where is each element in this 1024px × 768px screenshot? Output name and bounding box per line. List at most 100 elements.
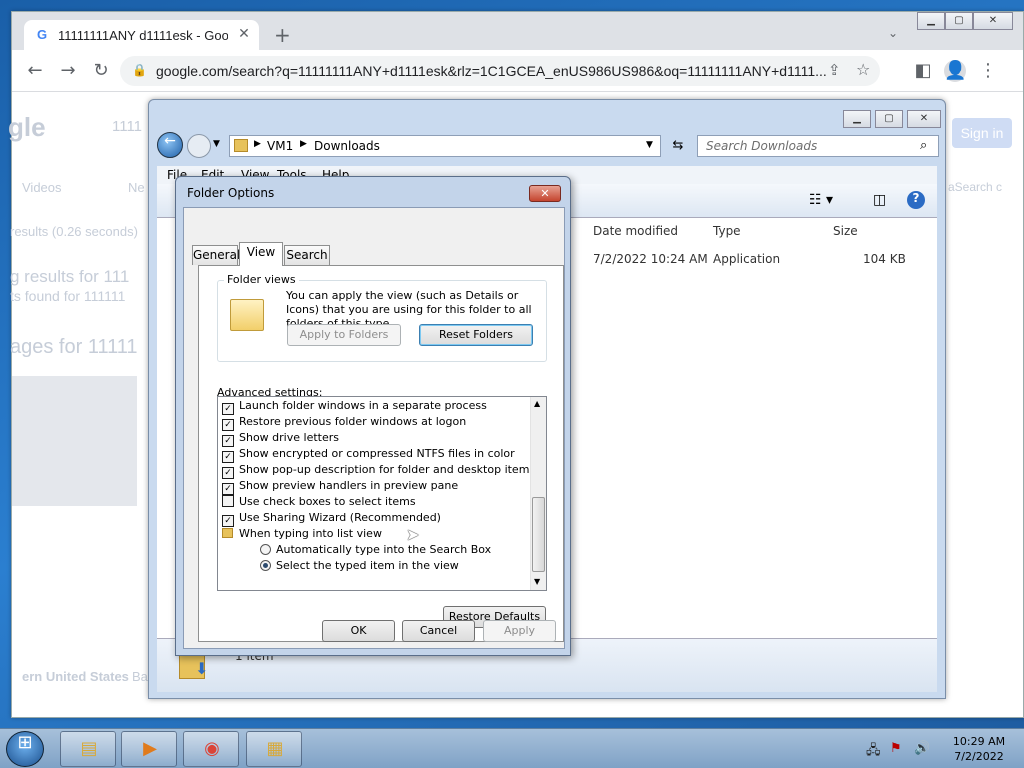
file-type[interactable]: Application [713, 252, 780, 266]
column-size[interactable]: Size [833, 224, 858, 238]
radio-label: Select the typed item in the view [276, 559, 459, 572]
apply-button[interactable]: Apply [483, 620, 556, 642]
recent-pages-chevron-icon[interactable]: ▼ [213, 139, 220, 149]
footer-ba: Ba [132, 669, 148, 684]
setting-drive-letters[interactable]: ✓ Show drive letters [222, 430, 339, 447]
change-view-icon[interactable]: ☷ ▾ [809, 192, 833, 208]
help-icon[interactable]: ? [907, 191, 925, 209]
breadcrumb-chevron-icon[interactable]: ▶ [300, 139, 307, 149]
breadcrumb-chevron-icon[interactable]: ▶ [254, 139, 261, 149]
search-query-fragment: 1111 [112, 118, 143, 135]
reset-folders-button[interactable]: Reset Folders [419, 324, 533, 346]
refresh-icon[interactable]: ⇆ [667, 135, 689, 157]
taskbar-explorer[interactable]: ▤ [60, 731, 116, 767]
network-icon[interactable]: 🖧 [866, 741, 881, 763]
right-fragment: aSearch c [948, 180, 1003, 194]
taskbar-chrome[interactable]: ◉ [183, 731, 239, 767]
search-icon[interactable]: ⌕ [920, 138, 927, 153]
ok-button[interactable]: OK [322, 620, 395, 642]
tab-close-icon[interactable]: ✕ [236, 26, 252, 42]
apply-to-folders-button[interactable]: Apply to Folders [287, 324, 401, 346]
setting-preview-handlers[interactable]: ✓ Show preview handlers in preview pane [222, 478, 458, 495]
lock-icon[interactable]: 🔒 [132, 63, 147, 77]
tab-google-search[interactable]: G 11111111ANY d1111esk - Google Search ✕ [24, 20, 259, 50]
radio-selected[interactable] [260, 560, 271, 571]
scrollbar-thumb[interactable] [532, 497, 545, 572]
setting-check-boxes[interactable]: Use check boxes to select items [222, 494, 416, 510]
radio-label: Automatically type into the Search Box [276, 543, 492, 556]
chrome-toolbar: ← → ↻ 🔒 google.com/search?q=11111111ANY+… [12, 50, 1023, 92]
tab-search[interactable]: Search [284, 245, 330, 265]
file-size[interactable]: 104 KB [863, 252, 906, 266]
minimize-button[interactable]: ▁ [917, 12, 945, 30]
nav-videos: Videos [22, 180, 62, 195]
explorer-back-icon[interactable]: ← [157, 132, 183, 158]
volume-icon[interactable]: 🔊 [914, 741, 930, 756]
results-stats: results (0.26 seconds) [10, 224, 138, 239]
image-thumbnail [12, 376, 137, 506]
explorer-forward-icon[interactable] [187, 134, 211, 158]
tab-view[interactable]: View [239, 242, 283, 266]
explorer-address-bar[interactable]: ▶ VM1 ▶ Downloads ▼ [229, 135, 661, 157]
folder-icon [234, 139, 248, 152]
address-bar[interactable]: 🔒 google.com/search?q=11111111ANY+d1111e… [120, 56, 880, 86]
advanced-scrollbar[interactable]: ▲ ▼ [530, 397, 546, 590]
start-button[interactable]: ⊞ [6, 731, 44, 767]
address-dropdown-icon[interactable]: ▼ [646, 140, 653, 150]
folder-views-group: Folder views You can apply the view (suc… [217, 273, 547, 362]
reload-icon[interactable]: ↻ [90, 60, 112, 82]
taskbar-folder-options[interactable]: ▦ [246, 731, 302, 767]
forward-icon[interactable]: → [57, 60, 79, 82]
share-icon[interactable]: ⇪ [828, 61, 841, 79]
setting-separate-process[interactable]: ✓ Launch folder windows in a separate pro… [222, 398, 487, 415]
dialog-close-button[interactable]: ✕ [529, 185, 561, 202]
new-tab-icon[interactable]: + [274, 23, 291, 47]
setting-restore-windows[interactable]: ✓ Restore previous folder windows at logo… [222, 414, 466, 431]
explorer-minimize-button[interactable]: ▁ [843, 110, 871, 128]
dialog-client: General View Search Folder views You can… [183, 207, 565, 649]
media-player-icon: ▶ [143, 738, 157, 759]
clock-time: 10:29 AM [952, 735, 1006, 748]
column-type[interactable]: Type [713, 224, 741, 238]
scroll-up-icon[interactable]: ▲ [534, 399, 540, 408]
sign-in-button[interactable]: Sign in [952, 118, 1012, 148]
setting-typing-group: When typing into list view [222, 526, 382, 542]
explorer-close-button[interactable]: ✕ [907, 110, 941, 128]
back-icon[interactable]: ← [24, 60, 46, 82]
cancel-button[interactable]: Cancel [402, 620, 475, 642]
radio-auto-type[interactable]: Automatically type into the Search Box [260, 542, 491, 558]
taskbar-media-player[interactable]: ▶ [121, 731, 177, 767]
mouse-cursor-icon: ➤ [406, 525, 420, 544]
star-icon[interactable]: ☆ [856, 60, 870, 79]
clock[interactable]: 10:29 AM 7/2/2022 [944, 734, 1014, 764]
folder-icon [222, 528, 233, 538]
sidepanel-icon[interactable]: ◧ [912, 60, 934, 82]
explorer-maximize-button[interactable]: ▢ [875, 110, 903, 128]
taskbar: ⊞ ▤ ▶ ◉ ▦ 🖧 ⚑ 🔊 10:29 AM 7/2/2022 [0, 728, 1024, 768]
close-button[interactable]: ✕ [973, 12, 1013, 30]
file-date[interactable]: 7/2/2022 10:24 AM [593, 252, 708, 266]
preview-pane-icon[interactable]: ◫ [873, 192, 886, 208]
folder-options-icon: ▦ [266, 738, 284, 759]
profile-icon[interactable]: 👤 [944, 60, 966, 82]
action-center-icon[interactable]: ⚑ [890, 741, 902, 756]
setting-sharing-wizard[interactable]: ✓ Use Sharing Wizard (Recommended) [222, 510, 441, 527]
breadcrumb-downloads[interactable]: Downloads [314, 139, 380, 153]
setting-ntfs-color[interactable]: ✓ Show encrypted or compressed NTFS files… [222, 446, 515, 463]
chrome-icon: ◉ [204, 738, 220, 759]
checkbox-unchecked[interactable] [222, 495, 234, 507]
tab-general[interactable]: General [192, 245, 240, 265]
column-date-modified[interactable]: Date modified [593, 224, 678, 238]
chrome-tabbar: G 11111111ANY d1111esk - Google Search ✕… [12, 12, 1023, 50]
breadcrumb-vm1[interactable]: VM1 [267, 139, 293, 153]
setting-popup-description[interactable]: ✓ Show pop-up description for folder and … [222, 462, 535, 479]
url-text[interactable]: google.com/search?q=11111111ANY+d1111esk… [156, 63, 836, 79]
tab-search-chevron-icon[interactable]: ⌄ [888, 26, 898, 40]
radio-select-item[interactable]: Select the typed item in the view [260, 558, 459, 574]
menu-icon[interactable]: ⋮ [977, 60, 999, 82]
radio-unselected[interactable] [260, 544, 271, 555]
scroll-down-icon[interactable]: ▼ [534, 577, 540, 586]
restore-button[interactable]: ▢ [945, 12, 973, 30]
setting-label: Show encrypted or compressed NTFS files … [239, 447, 515, 460]
explorer-search-input[interactable]: Search Downloads ⌕ [697, 135, 939, 157]
